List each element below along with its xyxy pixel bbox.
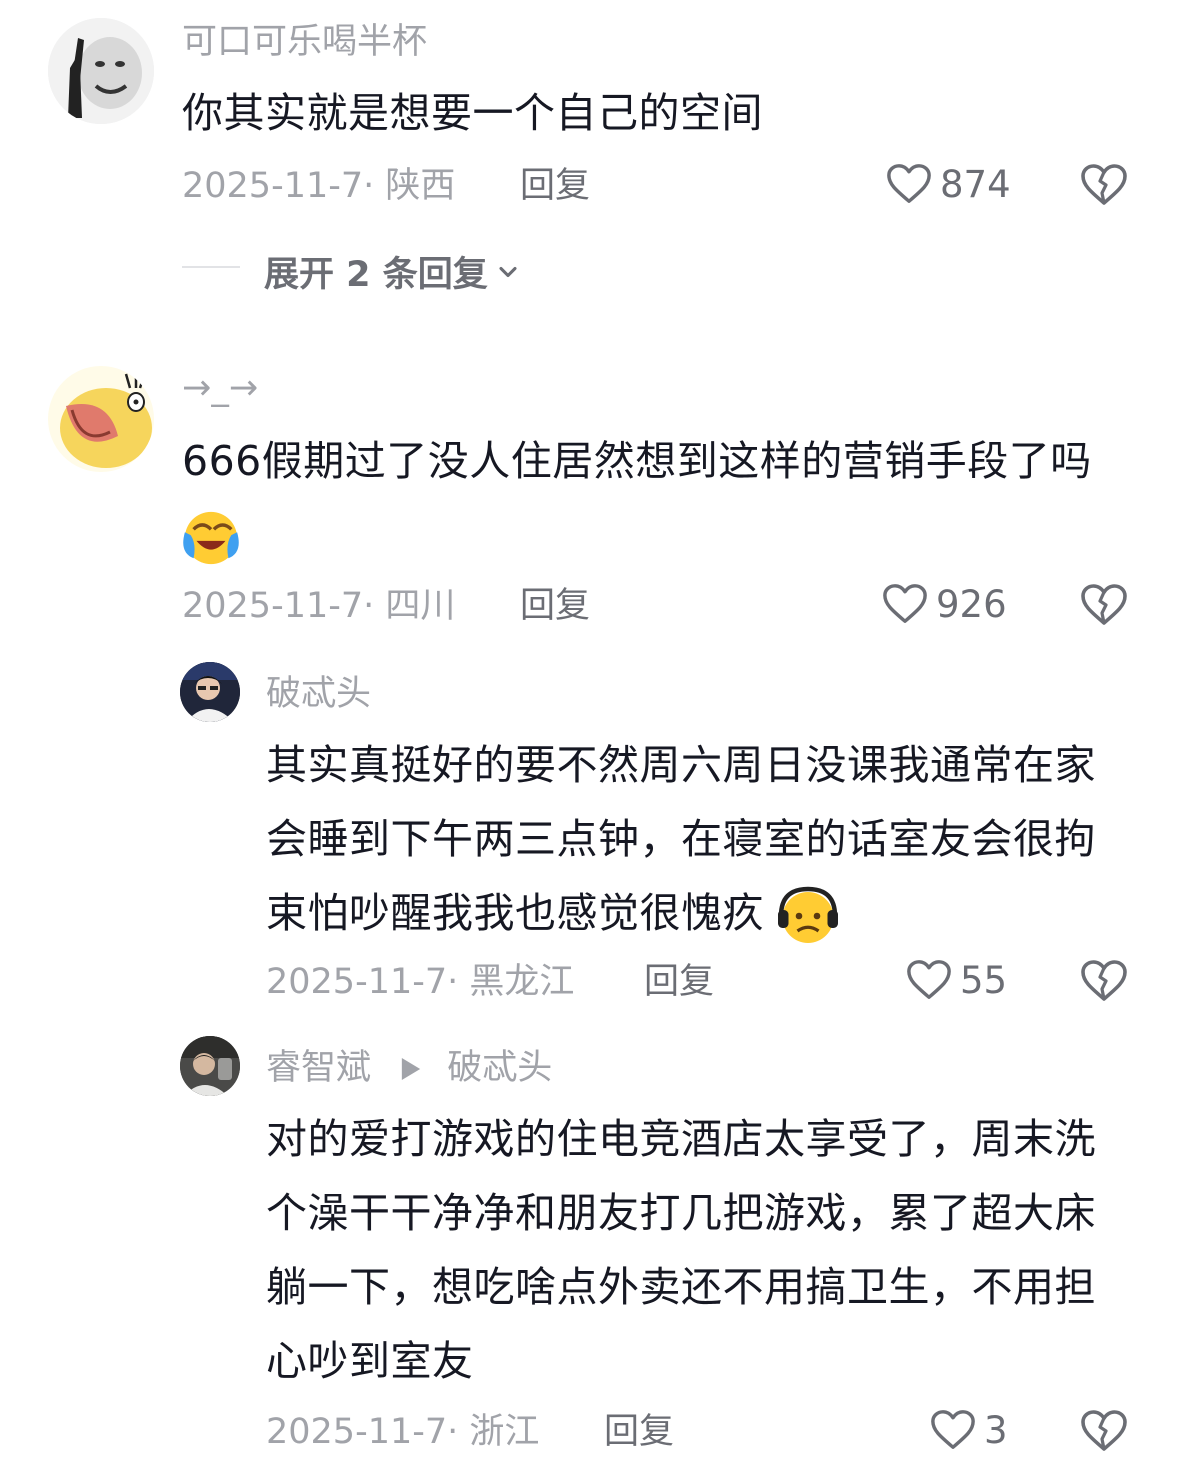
reply-username[interactable]: 睿智斌 bbox=[266, 1048, 371, 1088]
laughing-tears-emoji-icon bbox=[183, 511, 239, 565]
reply-text-content: 其实真挺好的要不然周六周日没课我通常在家会睡到下午两三点钟，在寝室的话室友会很拘… bbox=[266, 741, 1096, 937]
reply-username[interactable]: 破忒头 bbox=[266, 672, 371, 716]
avatar[interactable] bbox=[180, 662, 240, 722]
sad-face-emoji-icon bbox=[777, 886, 838, 943]
reply-button[interactable]: 回复 bbox=[604, 1410, 674, 1454]
comment-text: 你其实就是想要一个自己的空间 bbox=[182, 89, 763, 137]
like-button[interactable]: 874 bbox=[886, 162, 1011, 206]
reply-date: 2025-11-7 bbox=[266, 962, 448, 1002]
comment-text: 666假期过了没人住居然想到这样的营销手段了吗 bbox=[182, 424, 1122, 572]
reply-username-row: 睿智斌 破忒头 bbox=[266, 1046, 552, 1090]
dislike-button[interactable] bbox=[1080, 1408, 1128, 1458]
comment-meta: 2025-11-7· 四川 bbox=[182, 584, 455, 628]
like-button[interactable]: 3 bbox=[930, 1408, 1008, 1452]
avatar[interactable] bbox=[48, 18, 154, 124]
meme-face-avatar-image bbox=[48, 18, 154, 124]
reply-meta: 2025-11-7· 浙江 bbox=[266, 1410, 539, 1454]
expand-divider bbox=[182, 266, 240, 268]
meta-separator: · bbox=[363, 166, 375, 206]
comment-meta: 2025-11-7· 陕西 bbox=[182, 164, 455, 208]
heart-icon bbox=[887, 164, 931, 203]
reply-region: 黑龙江 bbox=[469, 962, 575, 1002]
heart-icon bbox=[931, 1410, 975, 1449]
heart-icon bbox=[883, 584, 927, 623]
broken-heart-icon bbox=[1081, 584, 1127, 625]
comment-region: 陕西 bbox=[385, 166, 456, 206]
expand-replies-label: 展开 2 条回复 bbox=[264, 255, 488, 295]
like-count: 874 bbox=[940, 162, 1011, 206]
dislike-button[interactable] bbox=[1080, 958, 1128, 1008]
reply-button[interactable]: 回复 bbox=[520, 584, 590, 628]
comment-username[interactable]: →_→ bbox=[182, 366, 258, 410]
like-button[interactable]: 926 bbox=[882, 582, 1007, 626]
psyduck-avatar-image bbox=[48, 366, 154, 472]
comment-date: 2025-11-7 bbox=[182, 166, 364, 206]
comment-date: 2025-11-7 bbox=[182, 586, 364, 626]
like-count: 55 bbox=[960, 958, 1008, 1002]
avatar[interactable] bbox=[48, 366, 154, 472]
comment-text-content: 666假期过了没人住居然想到这样的营销手段了吗 bbox=[182, 437, 1092, 485]
broken-heart-icon bbox=[1081, 1410, 1127, 1451]
like-button[interactable]: 55 bbox=[906, 958, 1007, 1002]
person-avatar-image bbox=[180, 1036, 240, 1096]
reply-item: 破忒头 其实真挺好的要不然周六周日没课我通常在家会睡到下午两三点钟，在寝室的话室… bbox=[0, 660, 1179, 1030]
comment-item: 可口可乐喝半杯 你其实就是想要一个自己的空间 2025-11-7· 陕西 回复 … bbox=[0, 0, 1179, 320]
reply-to-username[interactable]: 破忒头 bbox=[447, 1048, 552, 1088]
reply-to-arrow-icon bbox=[401, 1058, 421, 1080]
avatar[interactable] bbox=[180, 1036, 240, 1096]
comment-item: →_→ 666假期过了没人住居然想到这样的营销手段了吗 2025-11-7· 四… bbox=[0, 360, 1179, 660]
broken-heart-icon bbox=[1081, 164, 1127, 205]
dislike-button[interactable] bbox=[1080, 582, 1128, 632]
meta-separator: · bbox=[447, 962, 459, 1002]
reply-button[interactable]: 回复 bbox=[520, 164, 590, 208]
reply-text: 对的爱打游戏的住电竞酒店太享受了，周末洗个澡干干净净和朋友打几把游戏，累了超大床… bbox=[266, 1115, 1096, 1385]
meta-separator: · bbox=[363, 586, 375, 626]
comment-region: 四川 bbox=[385, 586, 456, 626]
chevron-down-icon bbox=[499, 266, 517, 277]
like-count: 926 bbox=[936, 582, 1007, 626]
reply-date: 2025-11-7 bbox=[266, 1412, 448, 1452]
like-count: 3 bbox=[984, 1408, 1008, 1452]
comment-username[interactable]: 可口可乐喝半杯 bbox=[182, 20, 427, 64]
broken-heart-icon bbox=[1081, 960, 1127, 1001]
person-avatar-image bbox=[180, 662, 240, 722]
reply-button[interactable]: 回复 bbox=[644, 960, 714, 1004]
reply-text: 其实真挺好的要不然周六周日没课我通常在家会睡到下午两三点钟，在寝室的话室友会很拘… bbox=[266, 728, 1116, 950]
reply-region: 浙江 bbox=[469, 1412, 540, 1452]
dislike-button[interactable] bbox=[1080, 162, 1128, 212]
reply-item: 睿智斌 破忒头 对的爱打游戏的住电竞酒店太享受了，周末洗个澡干干净净和朋友打几把… bbox=[0, 1034, 1179, 1477]
expand-replies-button[interactable]: 展开 2 条回复 bbox=[264, 246, 522, 297]
reply-meta: 2025-11-7· 黑龙江 bbox=[266, 960, 574, 1004]
heart-icon bbox=[907, 960, 951, 999]
meta-separator: · bbox=[447, 1412, 459, 1452]
